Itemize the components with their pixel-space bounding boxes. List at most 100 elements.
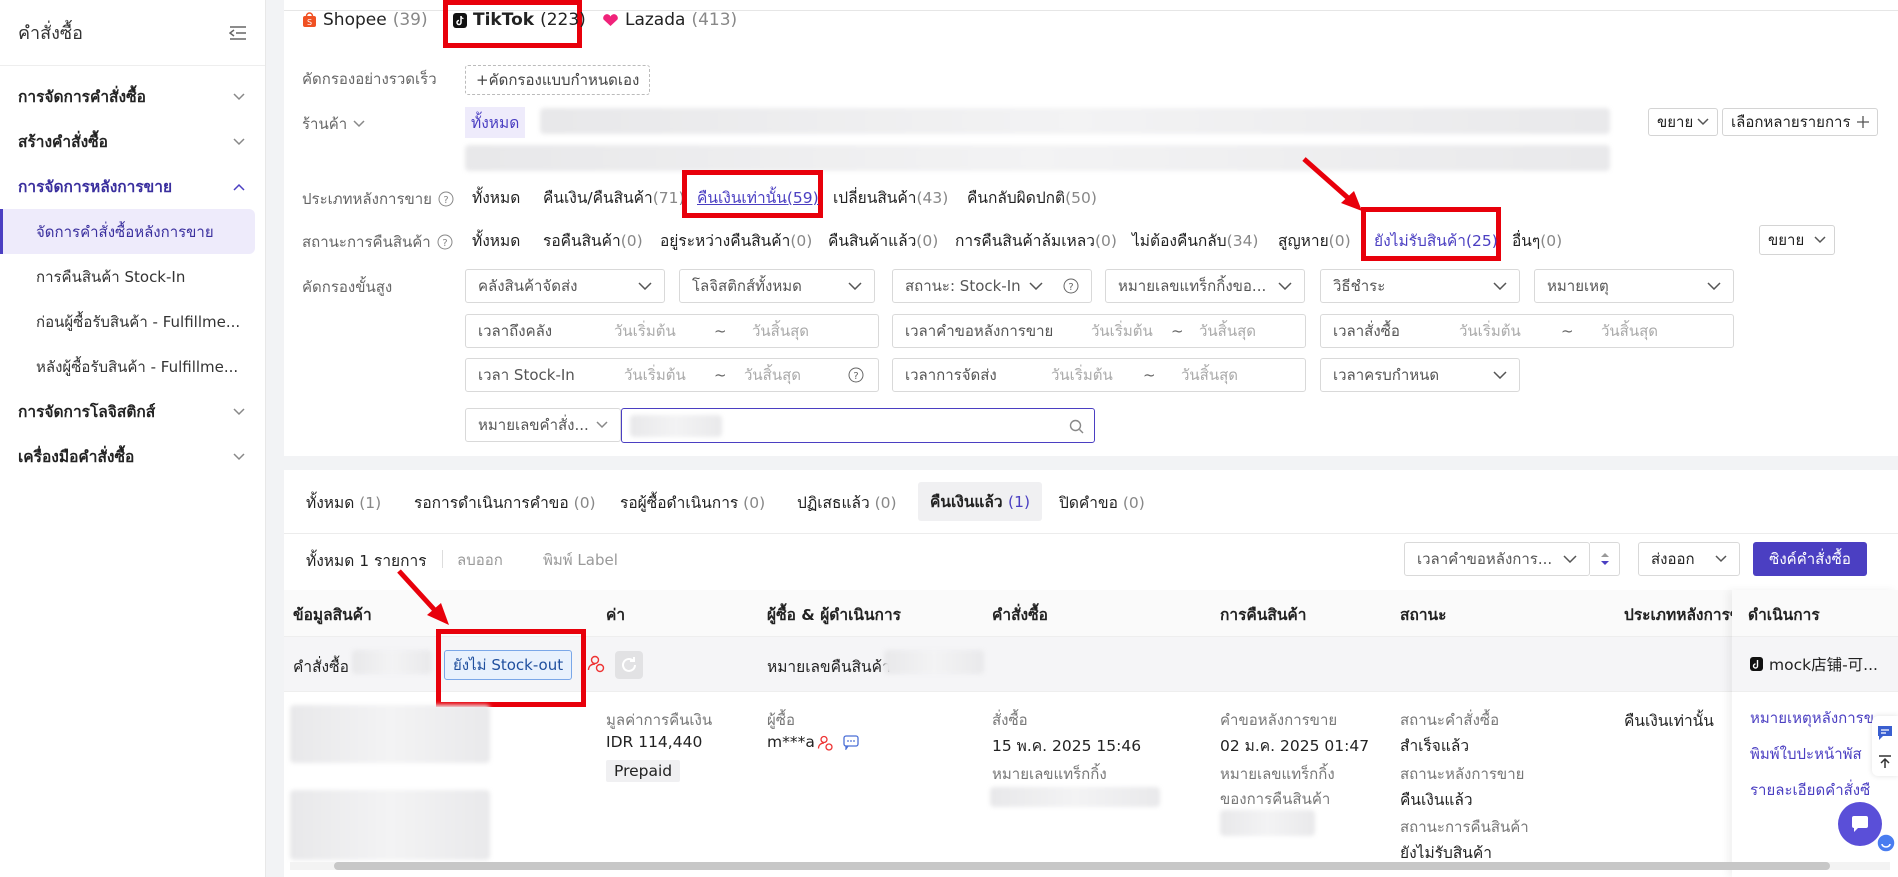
search-input[interactable]	[621, 408, 1095, 443]
search-type-select[interactable]: หมายเลขคำสั่ง...	[465, 408, 621, 442]
aftersale-type-abnormal[interactable]: คืนกลับผิดปกติ(50)	[967, 185, 1097, 210]
return-status-returned[interactable]: คืนสินค้าแล้ว(0)	[828, 228, 938, 253]
refresh-icon[interactable]	[615, 651, 643, 679]
shop-all-option[interactable]: ทั้งหมด	[465, 107, 526, 138]
header-actions: ดำเนินการ	[1748, 606, 1820, 624]
refund-label: มูลค่าการคืนเงิน	[606, 711, 713, 729]
sort-arrows-icon	[1600, 552, 1610, 566]
sidebar-item-after-receive[interactable]: หลังผู้ซื้อรับสินค้า - Fulfillme...	[0, 344, 255, 389]
shop-filter-label[interactable]: ร้านค้า	[302, 112, 365, 136]
aftersale-type-refund-only[interactable]: คืนเงินเท่านั้น(59)	[697, 185, 819, 210]
chevron-down-icon	[1697, 118, 1709, 126]
order-number-blurred	[352, 650, 432, 674]
tab-rejected[interactable]: ปฏิเสธแล้ว (0)	[797, 490, 897, 515]
product-info-blurred	[290, 790, 490, 860]
return-status-in-progress[interactable]: อยู่ระหว่างคืนสินค้า(0)	[660, 228, 812, 253]
back-to-top-icon[interactable]	[1877, 754, 1893, 770]
shipping-time-range[interactable]: เวลาการจัดส่ง วันเริ่มต้น ~ วันสิ้นสุด	[892, 358, 1306, 392]
order-time: 15 พ.ค. 2025 15:46	[992, 737, 1142, 755]
sidebar-section-order-tools[interactable]: เครื่องมือคำสั่งซื้อ	[0, 434, 265, 479]
payment-method-select[interactable]: วิธีชำระ	[1320, 269, 1520, 303]
return-status-no-return[interactable]: ไม่ต้องคืนกลับ(34)	[1132, 228, 1258, 253]
print-label-button[interactable]: พิมพ์ Label	[543, 548, 618, 572]
tab-refunded[interactable]: คืนเงินแล้ว (1)	[918, 482, 1042, 521]
order-time-range[interactable]: เวลาสั่งซื้อ วันเริ่มต้น ~ วันสิ้นสุด	[1320, 314, 1734, 348]
user-alert-icon[interactable]	[817, 735, 833, 751]
sidebar-section-aftersale[interactable]: การจัดการหลังการขาย	[0, 164, 265, 209]
header-return: การคืนสินค้า	[1220, 606, 1307, 624]
aftersale-status: คืนเงินแล้ว	[1400, 791, 1473, 809]
tab-pending-request[interactable]: รอการดำเนินการคำขอ (0)	[414, 490, 596, 515]
payment-badge: Prepaid	[606, 760, 681, 782]
stock-in-status-select[interactable]: สถานะ: Stock-In?	[892, 269, 1092, 303]
tab-waiting-buyer[interactable]: รอผู้ซื้อดำเนินการ (0)	[620, 490, 765, 515]
tab-closed[interactable]: ปิดคำขอ (0)	[1059, 490, 1145, 515]
sidebar-section-order-management[interactable]: การจัดการคำสั่งซื้อ	[0, 74, 265, 119]
search-icon[interactable]	[1069, 419, 1084, 434]
buyer-name: m***a	[767, 733, 815, 751]
return-status-lost[interactable]: สูญหาย(0)	[1278, 228, 1351, 253]
platform-tab-tiktok[interactable]: TikTok (223)	[453, 10, 586, 30]
help-icon[interactable]: ?	[1063, 278, 1079, 294]
expand-statuses-button[interactable]: ขยาย	[1759, 225, 1836, 255]
aftersale-type-refund-return[interactable]: คืนเงิน/คืนสินค้า(71)	[543, 185, 685, 210]
sidebar-item-before-receive[interactable]: ก่อนผู้ซื้อรับสินค้า - Fulfillme...	[0, 299, 255, 344]
export-button[interactable]: ส่งออก	[1638, 542, 1740, 576]
request-time-range[interactable]: เวลาคำขอหลังการขาย วันเริ่มต้น ~ วันสิ้นสุด	[892, 314, 1306, 348]
return-status-not-received[interactable]: ยังไม่รับสินค้า(25)	[1374, 228, 1498, 253]
feedback-icon[interactable]	[1876, 724, 1894, 742]
aftersale-type-label: ประเภทหลังการขาย?	[302, 187, 454, 211]
order-status: สำเร็จแล้ว	[1400, 737, 1470, 755]
sidebar-item-stock-in[interactable]: การคืนสินค้า Stock-In	[0, 254, 255, 299]
collapse-menu-icon[interactable]	[229, 25, 247, 41]
sidebar-section-create-order[interactable]: สร้างคำสั่งซื้อ	[0, 119, 265, 164]
deadline-select[interactable]: เวลาครบกำหนด	[1320, 358, 1520, 392]
request-time-label: คำขอหลังการขาย	[1220, 711, 1338, 729]
stock-in-time-range[interactable]: เวลา Stock-In วันเริ่มต้น ~ วันสิ้นสุด?	[465, 358, 879, 392]
assistant-badge-icon[interactable]	[1876, 833, 1896, 853]
logistics-select[interactable]: โลจิสติกส์ทั้งหมด	[679, 269, 875, 303]
sort-select[interactable]: เวลาคำขอหลังการ...	[1404, 542, 1590, 576]
horizontal-scrollbar-thumb[interactable]	[334, 862, 1830, 870]
svg-text:?: ?	[442, 238, 447, 249]
svg-text:?: ?	[1068, 282, 1073, 293]
help-icon[interactable]: ?	[848, 367, 864, 383]
custom-filter-button[interactable]: +คัดกรองแบบกำหนดเอง	[465, 65, 651, 95]
order-prefix: คำสั่งซื้อ	[293, 658, 349, 676]
help-icon[interactable]: ?	[438, 191, 454, 207]
expand-shops-button[interactable]: ขยาย	[1648, 108, 1719, 136]
arrival-time-range[interactable]: เวลาถึงคลัง วันเริ่มต้น ~ วันสิ้นสุด	[465, 314, 879, 348]
chevron-down-icon	[233, 452, 245, 461]
sidebar-item-aftersale-orders[interactable]: จัดการคำสั่งซื้อหลังการขาย	[0, 209, 255, 254]
sync-orders-button[interactable]: ซิงค์คำสั่งซื้อ	[1753, 542, 1867, 576]
divider	[284, 533, 1898, 534]
remove-button[interactable]: ลบออก	[457, 548, 503, 572]
stock-out-badge: ยังไม่ Stock-out	[444, 650, 573, 680]
note-select[interactable]: หมายเหตุ	[1534, 269, 1734, 303]
divider	[442, 550, 443, 568]
tracking-number-select[interactable]: หมายเลขแทร็กกิ้งขอ...	[1105, 269, 1305, 303]
warehouse-select[interactable]: คลังสินค้าจัดส่ง	[465, 269, 665, 303]
help-icon[interactable]: ?	[437, 234, 453, 250]
multi-select-button[interactable]: เลือกหลายรายการ	[1722, 108, 1878, 136]
return-status-waiting[interactable]: รอคืนสินค้า(0)	[543, 228, 643, 253]
platform-tab-shopee[interactable]: S Shopee (39)	[302, 10, 428, 30]
platform-tab-lazada[interactable]: Lazada (413)	[602, 10, 737, 30]
quick-filter-label: คัดกรองอย่างรวดเร็ว	[302, 70, 437, 88]
header-buyer: ผู้ซื้อ & ผู้ดำเนินการ	[767, 606, 901, 624]
aftersale-type-exchange[interactable]: เปลี่ยนสินค้า(43)	[833, 185, 948, 210]
tab-all[interactable]: ทั้งหมด (1)	[306, 490, 381, 515]
sort-order-toggle[interactable]	[1590, 542, 1620, 576]
order-status-label: สถานะคำสั่งซื้อ	[1400, 711, 1500, 729]
aftersale-type-all[interactable]: ทั้งหมด	[472, 185, 520, 210]
sidebar-section-logistics[interactable]: การจัดการโลจิสติกส์	[0, 389, 265, 434]
user-alert-icon[interactable]	[587, 655, 605, 673]
plus-icon	[1856, 116, 1869, 128]
header-value: ค่า	[606, 606, 626, 624]
return-status-all[interactable]: ทั้งหมด	[472, 228, 520, 253]
chat-bubble-icon	[1850, 815, 1870, 833]
return-status-other[interactable]: อื่นๆ(0)	[1512, 228, 1562, 253]
return-tracking-blurred	[1220, 810, 1315, 836]
chat-icon[interactable]	[843, 735, 859, 750]
return-status-failed[interactable]: การคืนสินค้าล้มเหลว(0)	[955, 228, 1117, 253]
